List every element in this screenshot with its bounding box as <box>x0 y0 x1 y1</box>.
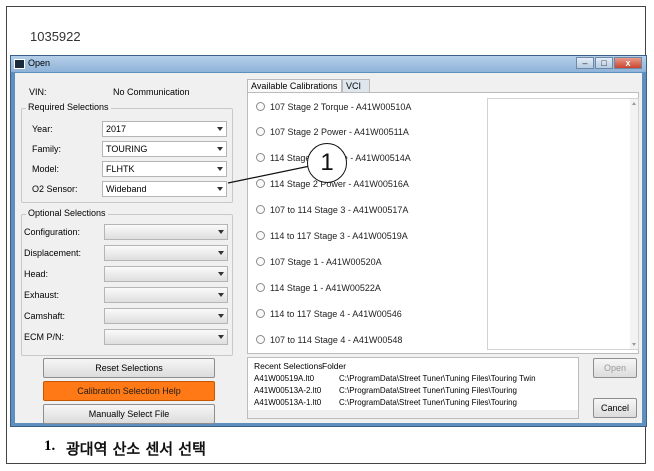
callout-leader <box>227 165 311 184</box>
caption-text: 광대역 산소 센서 선택 <box>66 440 206 458</box>
callout-line <box>227 165 311 184</box>
callout-marker: 1 <box>307 143 347 183</box>
caption-number: 1. <box>44 438 56 454</box>
